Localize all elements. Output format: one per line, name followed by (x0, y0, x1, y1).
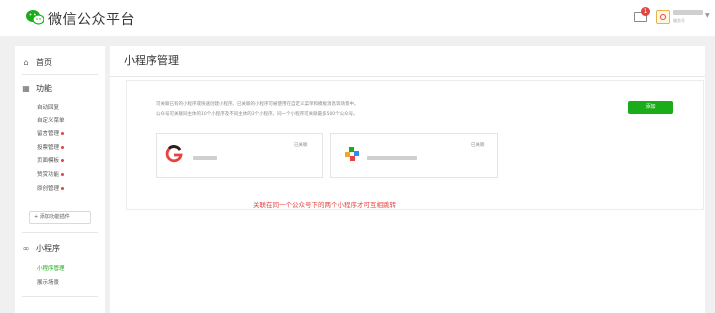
sidebar: ⌂ 首页 ▦ 功能 自动回复 自定义菜单 留言管理 投票管理 页面模板 赞赏功能… (15, 46, 105, 313)
sidebar-item-auto-reply[interactable]: 自动回复 (37, 103, 59, 111)
add-miniprogram-button[interactable]: 添加 (628, 101, 673, 114)
card-status: 已关联 (294, 143, 308, 148)
sidebar-item-votes[interactable]: 投票管理 (37, 143, 65, 151)
wechat-logo-icon[interactable] (26, 9, 44, 25)
account-name-redacted[interactable] (673, 10, 703, 15)
divider (22, 74, 98, 75)
title-divider (110, 76, 705, 77)
functions-title: 功能 (36, 84, 52, 93)
miniprogram-card[interactable]: 已关联 (156, 133, 323, 178)
sidebar-item-comments[interactable]: 留言管理 (37, 129, 65, 137)
sidebar-item-custom-menu[interactable]: 自定义菜单 (37, 116, 65, 124)
description-line-1: 可关联已有的小程序或快速创建小程序。已关联的小程序可被使用在自定义菜单和模板消息… (156, 102, 359, 107)
sidebar-section-functions: ▦ 功能 (22, 83, 52, 94)
sidebar-item-home-label: 首页 (36, 58, 52, 67)
g-logo-icon (165, 145, 183, 163)
sidebar-section-miniprogram: ∞ 小程序 (22, 243, 60, 254)
sidebar-item-reward[interactable]: 赞赏功能 (37, 170, 65, 178)
account-type: 服务号 (673, 18, 685, 23)
divider (22, 232, 98, 233)
new-dot (61, 146, 65, 149)
avatar[interactable] (656, 10, 670, 24)
miniprogram-name-redacted (193, 156, 217, 160)
miniprogram-card[interactable]: 已关联 (330, 133, 498, 178)
new-dot (61, 187, 65, 190)
sidebar-item-home[interactable]: ⌂ 首页 (22, 57, 52, 68)
new-dot (61, 132, 65, 135)
sidebar-item-display-scenes[interactable]: 展示场景 (37, 278, 59, 286)
sidebar-item-page-templates[interactable]: 页面模板 (37, 156, 65, 164)
description-line-2: 公众号可关联同主体的10个小程序及不同主体的3个小程序。同一个小程序可关联最多5… (156, 112, 358, 117)
page-title: 小程序管理 (124, 54, 179, 67)
sidebar-item-miniprogram-manage[interactable]: 小程序管理 (37, 264, 65, 272)
miniprogram-name-redacted (367, 156, 417, 160)
new-dot (61, 159, 65, 162)
card-status: 已关联 (471, 143, 485, 148)
new-dot (61, 173, 65, 176)
colorful-logo-icon (345, 147, 359, 161)
link-icon: ∞ (22, 244, 30, 253)
divider (22, 296, 98, 297)
mail-badge: 1 (641, 7, 650, 16)
add-plugin-button[interactable]: + 添加功能插件 (29, 211, 91, 224)
grid-icon: ▦ (22, 84, 30, 93)
top-bar: 微信公众平台 1 服务号 ▼ (0, 0, 715, 36)
chevron-down-icon[interactable]: ▼ (705, 12, 710, 19)
miniprogram-title: 小程序 (36, 244, 60, 253)
avatar-logo-icon (660, 14, 666, 20)
brand-title[interactable]: 微信公众平台 (48, 9, 135, 29)
home-icon: ⌂ (23, 58, 29, 67)
sidebar-item-original[interactable]: 原创管理 (37, 184, 65, 192)
jump-note: 关联在同一个公众号下的两个小程序才可互相跳转 (253, 201, 396, 209)
